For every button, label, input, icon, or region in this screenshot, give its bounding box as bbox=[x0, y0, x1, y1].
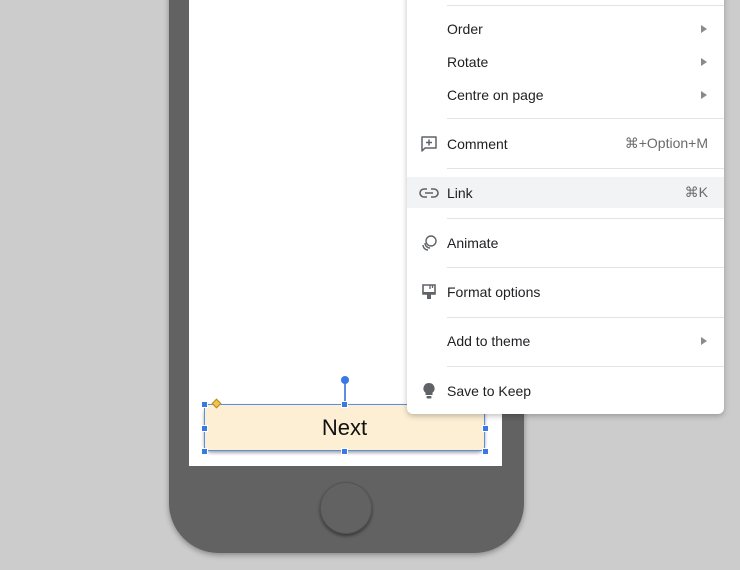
resize-handle-left[interactable] bbox=[201, 425, 208, 432]
link-icon bbox=[419, 183, 439, 203]
format-options-icon bbox=[419, 282, 439, 302]
menu-separator bbox=[447, 5, 724, 6]
submenu-arrow-icon bbox=[701, 24, 707, 33]
menu-item-format-options[interactable]: Format options bbox=[407, 276, 724, 307]
menu-item-order[interactable]: Order bbox=[407, 13, 724, 44]
menu-item-label: Comment bbox=[447, 135, 508, 152]
resize-handle-bottom[interactable] bbox=[341, 448, 348, 455]
menu-item-rotate[interactable]: Rotate bbox=[407, 46, 724, 77]
resize-handle-right[interactable] bbox=[482, 425, 489, 432]
menu-separator bbox=[447, 118, 724, 119]
menu-separator bbox=[447, 168, 724, 169]
menu-separator bbox=[447, 218, 724, 219]
phone-home-button bbox=[320, 482, 372, 534]
resize-handle-top[interactable] bbox=[341, 401, 348, 408]
menu-item-label: Save to Keep bbox=[447, 382, 532, 399]
keep-bulb-icon bbox=[419, 381, 439, 401]
menu-item-shortcut: ⌘K bbox=[684, 184, 708, 200]
context-menu: Order Rotate Centre on page Comment ⌘+Op… bbox=[407, 0, 724, 414]
menu-item-label: Animate bbox=[447, 234, 499, 251]
menu-item-comment[interactable]: Comment ⌘+Option+M bbox=[407, 128, 724, 159]
submenu-arrow-icon bbox=[701, 57, 707, 66]
menu-separator bbox=[447, 317, 724, 318]
menu-item-label: Link bbox=[447, 184, 473, 201]
menu-separator bbox=[447, 267, 724, 268]
menu-item-label: Order bbox=[447, 20, 483, 37]
menu-item-label: Format options bbox=[447, 283, 541, 300]
resize-handle-bottom-right[interactable] bbox=[482, 448, 489, 455]
menu-item-label: Rotate bbox=[447, 53, 489, 70]
menu-item-link[interactable]: Link ⌘K bbox=[407, 177, 724, 208]
submenu-arrow-icon bbox=[701, 336, 707, 345]
menu-item-animate[interactable]: Animate bbox=[407, 227, 724, 258]
submenu-arrow-icon bbox=[701, 90, 707, 99]
menu-item-label: Add to theme bbox=[447, 332, 531, 349]
add-comment-icon bbox=[419, 134, 439, 154]
menu-item-centre-on-page[interactable]: Centre on page bbox=[407, 79, 724, 110]
next-button-text[interactable]: Next bbox=[322, 415, 367, 441]
animate-icon bbox=[419, 233, 439, 253]
resize-handle-top-left[interactable] bbox=[201, 401, 208, 408]
menu-item-add-to-theme[interactable]: Add to theme bbox=[407, 325, 724, 356]
menu-item-shortcut: ⌘+Option+M bbox=[624, 135, 708, 151]
menu-separator bbox=[447, 366, 724, 367]
resize-handle-bottom-left[interactable] bbox=[201, 448, 208, 455]
menu-item-save-to-keep[interactable]: Save to Keep bbox=[407, 375, 724, 406]
menu-item-label: Centre on page bbox=[447, 86, 544, 103]
rotation-handle[interactable] bbox=[341, 376, 349, 384]
